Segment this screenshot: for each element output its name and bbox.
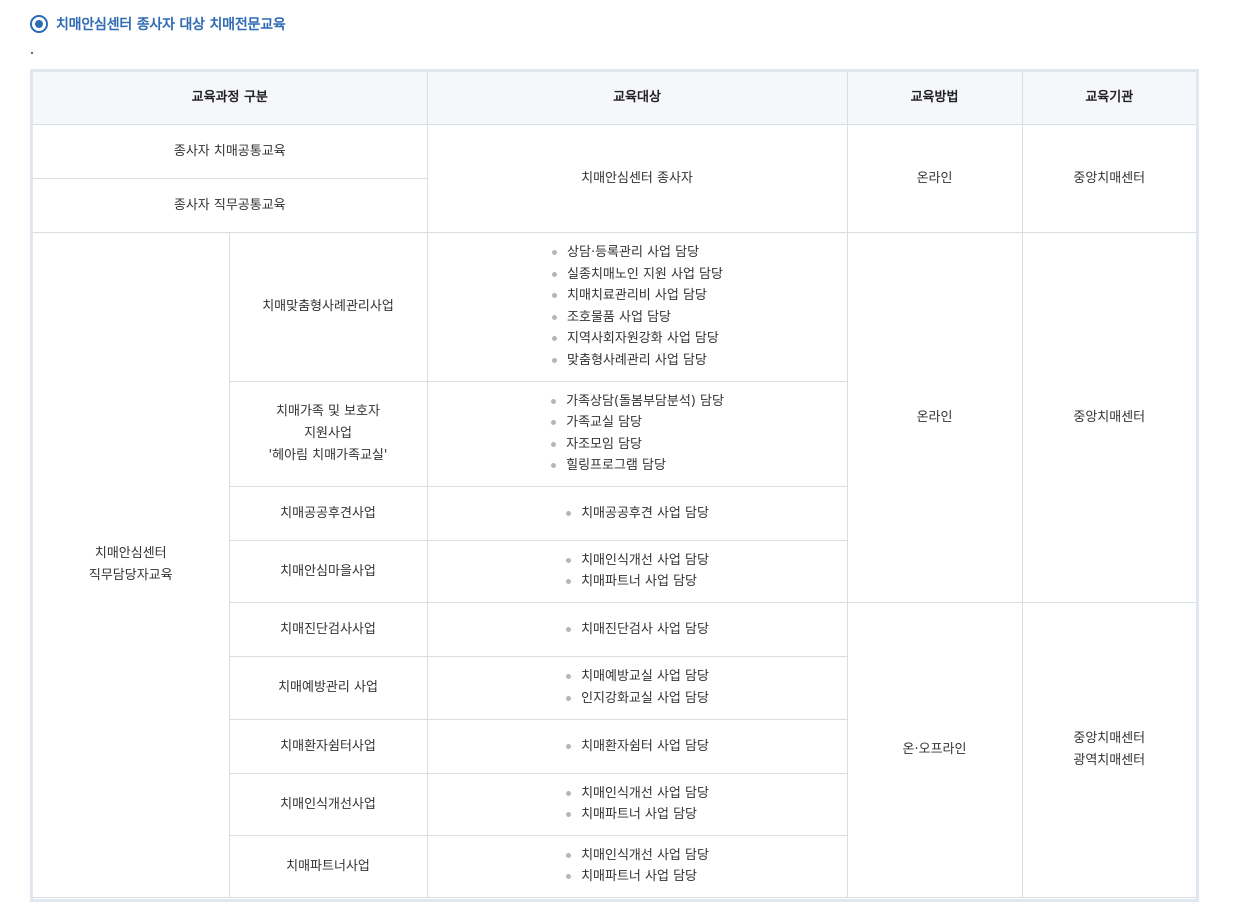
target-item: 실종치매노인 지원 사업 담당 — [551, 264, 723, 286]
org-group2: 중앙치매센터 광역치매센터 — [1021, 602, 1196, 898]
course-common-dementia: 종사자 치매공통교육 — [33, 124, 428, 179]
section-title: 치매안심센터 종사자 대상 치매전문교육 — [56, 17, 286, 33]
program-targets: 치매예방교실 사업 담당 인지강화교실 사업 담당 — [426, 656, 848, 720]
target-item: 치매파트너 사업 담당 — [565, 571, 709, 593]
program-name: 치매공공후견사업 — [228, 486, 428, 541]
education-table: 교육과정 구분 교육대상 교육방법 교육기관 종사자 치매공통교육 치매안심센터… — [33, 72, 1196, 898]
org-common: 중앙치매센터 — [1021, 124, 1196, 233]
method-group1: 온라인 — [846, 232, 1023, 603]
target-item: 가족교실 담당 — [550, 412, 724, 434]
target-item: 치매파트너 사업 담당 — [565, 804, 709, 826]
org-group2-line2: 광역치매센터 — [1073, 753, 1146, 768]
target-item: 치매인식개선 사업 담당 — [565, 845, 709, 867]
target-item: 치매인식개선 사업 담당 — [565, 550, 709, 572]
program-targets: 치매진단검사 사업 담당 — [426, 602, 848, 657]
target-item: 치매치료관리비 사업 담당 — [551, 285, 723, 307]
program-name: 치매파트너사업 — [228, 835, 428, 898]
target-item: 가족상담(돌봄부담분석) 담당 — [550, 391, 724, 413]
table-row: 종사자 치매공통교육 치매안심센터 종사자 온라인 중앙치매센터 — [33, 124, 1196, 233]
program-targets: 치매인식개선 사업 담당 치매파트너 사업 담당 — [426, 540, 848, 603]
course-job-category: 치매안심센터 직무담당자교육 — [33, 232, 230, 898]
header-target: 교육대상 — [426, 72, 848, 125]
program-targets: 치매공공후견 사업 담당 — [426, 486, 848, 541]
program-name-line2: 지원사업 — [304, 426, 352, 441]
program-targets: 치매인식개선 사업 담당 치매파트너 사업 담당 — [426, 835, 848, 898]
target-item: 상담·등록관리 사업 담당 — [551, 242, 723, 264]
program-name: 치매예방관리 사업 — [228, 656, 428, 720]
radio-selected-icon — [30, 15, 48, 33]
target-item: 자조모임 담당 — [550, 434, 724, 456]
target-common: 치매안심센터 종사자 — [426, 124, 848, 233]
program-name: 치매가족 및 보호자 지원사업 '헤아림 치매가족교실' — [228, 381, 428, 487]
program-name-line1: 치매가족 및 보호자 — [276, 404, 380, 419]
program-targets: 치매인식개선 사업 담당 치매파트너 사업 담당 — [426, 773, 848, 836]
divider-dot — [31, 52, 33, 54]
target-item: 치매인식개선 사업 담당 — [565, 783, 709, 805]
header-course-type: 교육과정 구분 — [33, 72, 428, 125]
org-group1: 중앙치매센터 — [1021, 232, 1196, 603]
target-item: 지역사회자원강화 사업 담당 — [551, 328, 723, 350]
program-name: 치매진단검사사업 — [228, 602, 428, 657]
course-job-label-line1: 치매안심센터 — [94, 546, 167, 561]
program-name-line3: '헤아림 치매가족교실' — [268, 448, 388, 463]
target-item: 맞춤형사례관리 사업 담당 — [551, 350, 723, 372]
course-common-job: 종사자 직무공통교육 — [33, 178, 428, 233]
program-targets: 상담·등록관리 사업 담당 실종치매노인 지원 사업 담당 치매치료관리비 사업… — [426, 232, 848, 382]
program-name: 치매안심마을사업 — [228, 540, 428, 603]
target-item: 치매환자쉼터 사업 담당 — [565, 736, 709, 758]
method-common: 온라인 — [846, 124, 1023, 233]
course-job-label-line2: 직무담당자교육 — [88, 568, 173, 583]
target-item: 인지강화교실 사업 담당 — [565, 688, 709, 710]
target-item: 치매예방교실 사업 담당 — [565, 666, 709, 688]
org-group2-line1: 중앙치매센터 — [1073, 731, 1146, 746]
target-item: 힐링프로그램 담당 — [550, 455, 724, 477]
program-targets: 가족상담(돌봄부담분석) 담당 가족교실 담당 자조모임 담당 힐링프로그램 담… — [426, 381, 848, 487]
header-method: 교육방법 — [846, 72, 1023, 125]
program-targets: 치매환자쉼터 사업 담당 — [426, 719, 848, 774]
table-row: 치매안심센터 직무담당자교육 치매맞춤형사례관리사업 상담·등록관리 사업 담당… — [33, 232, 1196, 898]
program-name: 치매환자쉼터사업 — [228, 719, 428, 774]
target-item: 치매공공후견 사업 담당 — [565, 503, 709, 525]
program-name: 치매맞춤형사례관리사업 — [228, 232, 428, 382]
target-item: 조호물품 사업 담당 — [551, 307, 723, 329]
target-item: 치매파트너 사업 담당 — [565, 866, 709, 888]
program-name: 치매인식개선사업 — [228, 773, 428, 836]
method-group2: 온·오프라인 — [846, 602, 1023, 898]
header-institution: 교육기관 — [1021, 72, 1196, 125]
table-header-row: 교육과정 구분 교육대상 교육방법 교육기관 — [33, 72, 1196, 125]
education-table-frame: 교육과정 구분 교육대상 교육방법 교육기관 종사자 치매공통교육 치매안심센터… — [30, 69, 1199, 902]
section-title-row: 치매안심센터 종사자 대상 치매전문교육 — [30, 13, 286, 35]
target-item: 치매진단검사 사업 담당 — [565, 619, 709, 641]
